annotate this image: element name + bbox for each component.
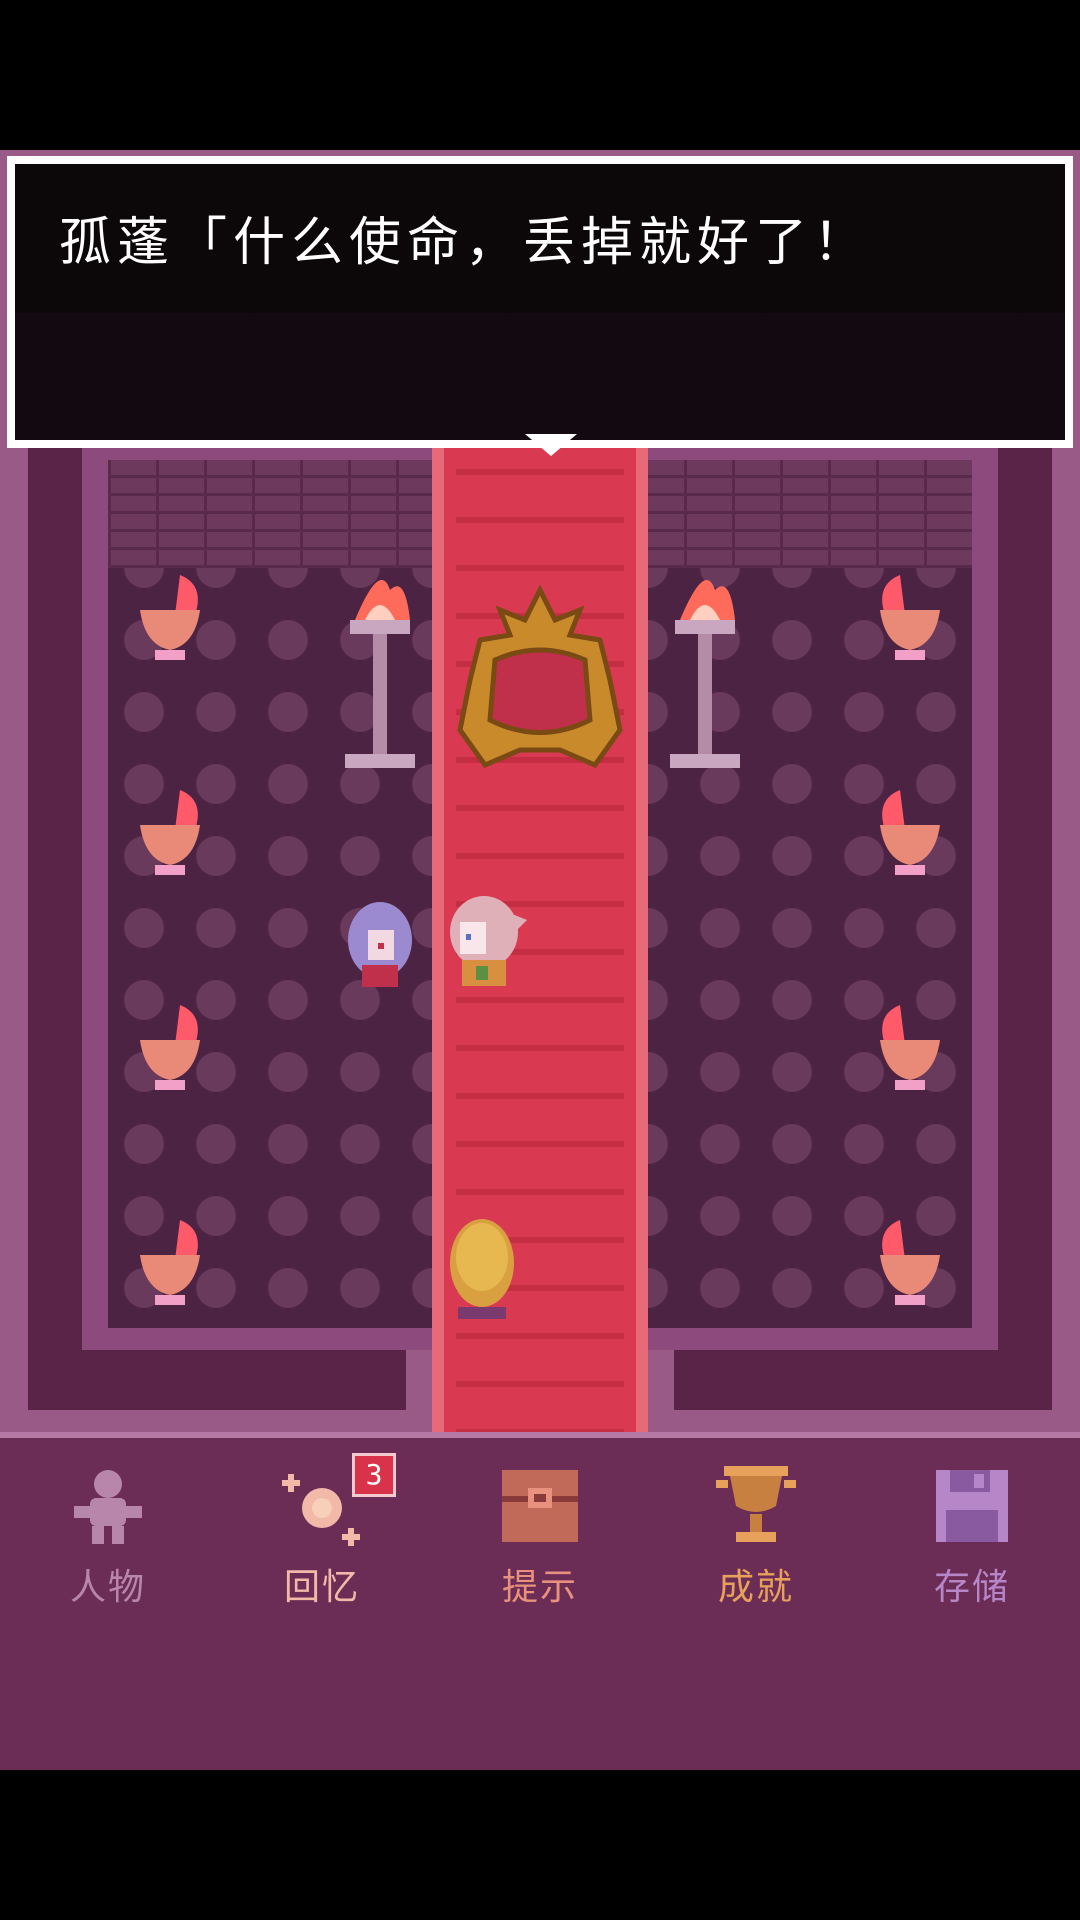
torch-pillar-right: [670, 580, 740, 768]
wall-torch-right-2: [880, 790, 940, 875]
menu-item-characters[interactable]: 人物: [28, 1466, 188, 1616]
golden-throne[interactable]: [440, 580, 640, 770]
purple-haired-character[interactable]: [340, 895, 420, 995]
wall-torch-left-1: [140, 575, 200, 660]
menu-label-hints: 提示: [501, 1567, 578, 1608]
trophy-icon: [716, 1466, 796, 1542]
dialog-text: 孤蓬「什么使命，丢掉就好了！: [59, 213, 872, 273]
blonde-character[interactable]: [442, 1215, 522, 1325]
dialog-box[interactable]: 孤蓬「什么使命，丢掉就好了！: [7, 156, 1073, 456]
floppy-disk-icon: [936, 1470, 1008, 1542]
menu-label-memories: 回忆: [283, 1567, 360, 1608]
torch-pillar-left: [345, 580, 415, 768]
wall-torch-right-4: [880, 1220, 940, 1305]
lower-wall-right: [674, 1350, 1052, 1410]
menu-label-achievements: 成就: [717, 1567, 794, 1608]
wall-torch-right-1: [880, 575, 940, 660]
wall-torch-left-4: [140, 1220, 200, 1305]
pink-haired-character[interactable]: [442, 890, 532, 995]
memory-sparkle-icon: [282, 1474, 360, 1546]
dialog-continue-arrow-icon[interactable]: [525, 434, 577, 456]
wall-torch-right-3: [880, 1005, 940, 1090]
menu-label-characters: 人物: [69, 1567, 146, 1608]
lower-wall-left: [28, 1350, 406, 1410]
bottom-menu: 人物 回忆 提示 成就 存储: [0, 1432, 1080, 1770]
treasure-chest-icon: [502, 1470, 578, 1542]
menu-label-save: 存储: [933, 1567, 1010, 1608]
wall-torch-left-3: [140, 1005, 200, 1090]
menu-item-achievements[interactable]: 成就: [676, 1466, 836, 1616]
menu-item-save[interactable]: 存储: [892, 1466, 1052, 1616]
memories-count-badge: 3: [352, 1453, 396, 1497]
menu-item-hints[interactable]: 提示: [460, 1466, 620, 1616]
wall-torch-left-2: [140, 790, 200, 875]
person-icon: [74, 1470, 142, 1544]
